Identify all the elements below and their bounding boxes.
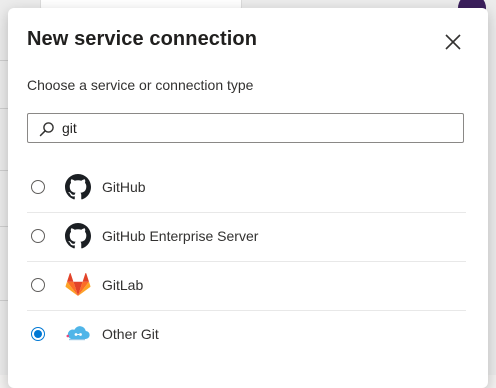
background-divider	[0, 108, 8, 109]
list-item-label: GitLab	[102, 277, 144, 293]
background-divider	[0, 170, 8, 171]
list-item-gitlab[interactable]: GitLab	[27, 262, 466, 311]
radio-other-git[interactable]	[31, 327, 45, 341]
connection-type-list: GitHub GitHub Enterprise Server GitLab O…	[27, 164, 466, 359]
list-item-other-git[interactable]: Other Git	[27, 311, 466, 359]
search-icon	[39, 122, 54, 137]
close-button[interactable]	[441, 30, 465, 54]
other-git-icon	[66, 326, 90, 341]
new-service-connection-dialog: New service connection Choose a service …	[8, 8, 488, 388]
gitlab-icon	[65, 273, 91, 296]
list-item-github[interactable]: GitHub	[27, 164, 466, 213]
close-icon	[445, 34, 461, 50]
radio-github-enterprise-server[interactable]	[31, 229, 45, 243]
dialog-subtitle: Choose a service or connection type	[27, 77, 254, 93]
background-divider	[0, 60, 8, 61]
search-input[interactable]	[62, 118, 452, 138]
background-divider	[0, 226, 8, 227]
list-item-github-enterprise-server[interactable]: GitHub Enterprise Server	[27, 213, 466, 262]
github-icon	[65, 174, 91, 200]
radio-gitlab[interactable]	[31, 278, 45, 292]
search-box[interactable]	[27, 113, 464, 143]
list-item-label: Other Git	[102, 326, 159, 342]
radio-github[interactable]	[31, 180, 45, 194]
github-icon	[65, 223, 91, 249]
dialog-title: New service connection	[27, 28, 258, 50]
background-divider	[0, 300, 8, 301]
list-item-label: GitHub	[102, 179, 146, 195]
list-item-label: GitHub Enterprise Server	[102, 228, 259, 244]
